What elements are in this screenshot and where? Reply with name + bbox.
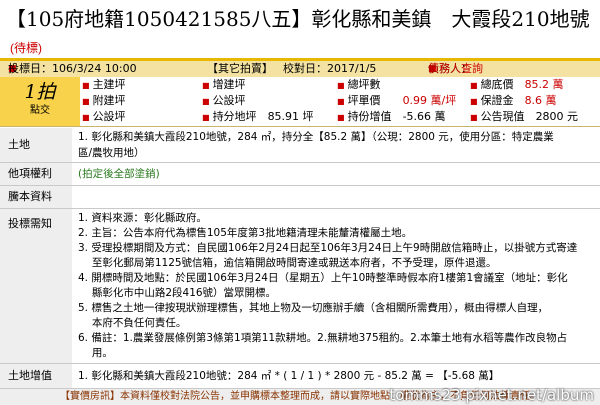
row-label: 他項權利	[0, 163, 72, 185]
row-label: 投標需知	[0, 209, 72, 363]
share-increment: ■ 持份增值 -5.66 萬	[337, 110, 446, 123]
land-area: ■ 持分地坪 85.91 坪	[202, 110, 314, 123]
auction-round: 1拍 點交	[0, 77, 80, 126]
announce-value: ■ 公告現值 2800 元	[470, 110, 579, 123]
bid-date: 投標日：106/3/24 10:00	[8, 62, 137, 75]
total-area-label: ■ 總坪數	[337, 78, 381, 91]
check-date: 校對日：2017/1/5	[283, 62, 377, 75]
source-label: 【其它拍賣】	[207, 62, 273, 75]
add-area-label: ■ 增建坪	[202, 78, 246, 91]
row-value: 1. 彰化縣和美鎮大霞段210地號：284 ㎡ * ( 1 / 1 ) * 28…	[78, 370, 500, 382]
debtor-link[interactable]: 債務人查詢	[428, 61, 483, 77]
base-price: ■ 總底價 85.2 萬	[470, 78, 564, 91]
round-label: 點交	[30, 105, 50, 116]
row-land: 土地 1. 彰化縣和美鎮大霞段210地號，284 ㎡，持分全【85.2 萬】（公…	[0, 128, 600, 163]
watermark: tomms23.pixnet.net/album	[389, 386, 594, 404]
row-value: 1. 彰化縣和美鎮大霞段210地號，284 ㎡，持分全【85.2 萬】（公現：2…	[78, 131, 554, 159]
round-count: 1拍	[24, 81, 56, 103]
unit-price: ■ 坪單價 0.99 萬/坪	[337, 94, 457, 107]
title-text: 【105府地籍1050421585八五】彰化縣和美鎮 大霞段210地號	[6, 7, 590, 31]
row-label: 土地	[0, 128, 72, 162]
main-area-label: ■ 主建坪	[82, 78, 126, 91]
summary-block: 1拍 點交 ■ 主建坪 ■ 附建坪 ■ 公設坪 ■ 增建坪 ■ 公設坪 ■ 持分地坪 85.…	[0, 77, 600, 127]
row-label: 騰本資料	[0, 186, 72, 208]
row-rights: 他項權利 (拍定後全部塗銷)	[0, 163, 600, 186]
page-title: 【105府地籍1050421585八五】彰化縣和美鎮 大霞段210地號 (待標)	[6, 6, 596, 61]
public-label: ■ 公設坪	[82, 110, 126, 123]
row-notice: 投標需知 1. 資料來源：彰化縣政府。 2. 主旨：公告本府代為標售105年度第…	[0, 209, 600, 364]
public-area-label: ■ 公設坪	[202, 94, 246, 107]
row-transcript: 騰本資料	[0, 186, 600, 209]
row-label: 土地增值	[0, 364, 72, 388]
status-tag: (待標)	[10, 41, 42, 55]
info-bar: ■ 投標日：106/3/24 10:00 【其它拍賣】 校對日：2017/1/5…	[0, 61, 600, 77]
row-value: 1. 資料來源：彰化縣政府。 2. 主旨：公告本府代為標售105年度第3批地籍清…	[78, 212, 578, 359]
row-value: (拍定後全部塗銷)	[78, 168, 160, 180]
aux-area-label: ■ 附建坪	[82, 94, 126, 107]
deposit: ■ 保證金 8.6 萬	[470, 94, 557, 107]
